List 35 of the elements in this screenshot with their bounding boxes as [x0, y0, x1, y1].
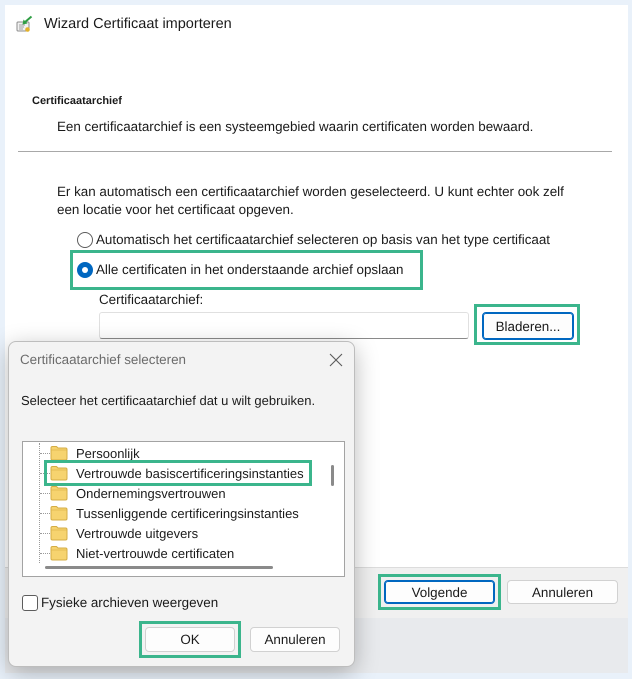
section-description: Een certificaatarchief is een systeemgebied waarin certificaten worden bewaard. [57, 119, 534, 135]
close-icon[interactable] [329, 352, 343, 366]
radio-label[interactable]: Alle certificaten in het onderstaande archief opslaan [96, 262, 404, 278]
ok-button[interactable]: OK [145, 627, 235, 652]
tree-item[interactable]: Vertrouwde uitgevers [50, 523, 200, 543]
cancel-button[interactable]: Annuleren [250, 627, 340, 652]
checkbox[interactable] [22, 595, 38, 611]
tree-item[interactable]: Vertrouwde basiscertificeringsinstanties [50, 463, 306, 483]
tree-item[interactable]: Tussenliggende certificeringsinstanties [50, 503, 301, 523]
store-input-field[interactable] [99, 312, 469, 339]
certificate-icon [16, 15, 33, 33]
field-label: Certificaatarchief: [99, 292, 204, 308]
next-button[interactable]: Volgende [384, 580, 495, 604]
intro-text: Er kan automatisch een certificaatarchief worden geselecteerd. U kunt echter ook zelf een locatie voor het certificaat opgeven. [57, 183, 565, 219]
folder-icon [50, 485, 68, 501]
tree-item[interactable]: Persoonlijk [50, 443, 142, 463]
radio-button[interactable] [77, 232, 93, 248]
tree-item[interactable]: Ondernemingsvertrouwen [50, 483, 228, 503]
folder-icon [50, 505, 68, 521]
folder-icon [50, 445, 68, 461]
dialog-title: Certificaatarchief selecteren [20, 352, 186, 367]
window-title: Wizard Certificaat importeren [44, 15, 232, 33]
cancel-button[interactable]: Annuleren [507, 580, 618, 604]
vertical-scrollbar-thumb[interactable] [331, 465, 334, 486]
folder-icon [50, 545, 68, 561]
radio-button[interactable] [77, 262, 93, 278]
browse-button[interactable]: Bladeren... [482, 312, 574, 340]
dialog-prompt: Selecteer het certificaatarchief dat u wilt gebruiken. [21, 393, 316, 409]
folder-icon [50, 465, 68, 481]
checkbox-label[interactable]: Fysieke archieven weergeven [41, 595, 218, 611]
section-title: Certificaatarchief [32, 94, 122, 108]
tree-item[interactable]: Niet-vertrouwde certificaten [50, 543, 236, 563]
radio-label[interactable]: Automatisch het certificaatarchief selecteren op basis van het type certificaat [96, 232, 550, 248]
folder-icon [50, 525, 68, 541]
horizontal-scrollbar-thumb[interactable] [45, 566, 273, 569]
